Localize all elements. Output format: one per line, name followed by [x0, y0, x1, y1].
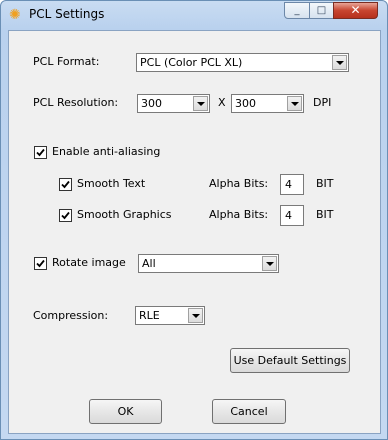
smooth-graphics-bit-unit: BIT: [316, 208, 334, 221]
close-button[interactable]: ✕: [333, 2, 378, 19]
smooth-text-bit-unit: BIT: [316, 177, 334, 190]
gear-icon: ✺: [9, 7, 21, 23]
rotate-image-checkbox[interactable]: [34, 257, 47, 270]
antialias-checkbox[interactable]: [34, 146, 47, 159]
compression-dropdown[interactable]: RLE: [135, 306, 205, 325]
smooth-text-alpha-value: 4: [285, 178, 292, 191]
smooth-text-alpha-input[interactable]: 4: [280, 174, 304, 195]
dpi-unit-label: DPI: [313, 96, 332, 109]
use-default-settings-button[interactable]: Use Default Settings: [230, 348, 350, 373]
rotate-image-dropdown[interactable]: All: [138, 254, 279, 273]
use-default-settings-label: Use Default Settings: [233, 354, 347, 367]
cancel-label: Cancel: [230, 405, 268, 418]
pcl-format-value: PCL (Color PCL XL): [140, 56, 243, 69]
window-title: PCL Settings: [29, 7, 105, 21]
pcl-format-dropdown[interactable]: PCL (Color PCL XL): [136, 53, 349, 72]
antialias-label: Enable anti-aliasing: [52, 145, 161, 158]
smooth-text-label: Smooth Text: [77, 177, 146, 190]
chevron-down-icon[interactable]: [188, 308, 203, 323]
compression-value: RLE: [139, 309, 160, 322]
smooth-graphics-checkbox[interactable]: [59, 209, 72, 222]
chevron-down-icon[interactable]: [193, 96, 208, 111]
smooth-text-alpha-label: Alpha Bits:: [209, 177, 269, 190]
rotate-image-value: All: [142, 257, 156, 270]
pcl-format-label: PCL Format:: [33, 55, 100, 68]
resolution-y-dropdown[interactable]: 300: [231, 94, 304, 113]
rotate-image-label: Rotate image: [52, 256, 126, 269]
dialog-client-area: PCL Format: PCL (Color PCL XL) PCL Resol…: [8, 30, 381, 434]
minimize-button[interactable]: _: [284, 2, 310, 19]
compression-label: Compression:: [33, 309, 109, 322]
resolution-separator: X: [218, 96, 226, 109]
smooth-graphics-label: Smooth Graphics: [77, 208, 172, 221]
resolution-x-dropdown[interactable]: 300: [137, 94, 210, 113]
chevron-down-icon[interactable]: [332, 55, 347, 70]
chevron-down-icon[interactable]: [287, 96, 302, 111]
chevron-down-icon[interactable]: [262, 256, 277, 271]
cancel-button[interactable]: Cancel: [212, 399, 286, 424]
resolution-y-value: 300: [235, 97, 256, 110]
smooth-graphics-alpha-input[interactable]: 4: [280, 205, 304, 226]
smooth-graphics-alpha-label: Alpha Bits:: [209, 208, 269, 221]
smooth-text-checkbox[interactable]: [59, 178, 72, 191]
resolution-x-value: 300: [141, 97, 162, 110]
pcl-settings-window: ✺ PCL Settings _ □ ✕ PCL Format: PCL (Co…: [0, 0, 388, 440]
title-bar[interactable]: ✺ PCL Settings _ □ ✕: [1, 1, 387, 29]
ok-button[interactable]: OK: [89, 399, 162, 424]
maximize-button[interactable]: □: [309, 2, 334, 19]
smooth-graphics-alpha-value: 4: [285, 209, 292, 222]
pcl-resolution-label: PCL Resolution:: [33, 96, 119, 109]
ok-label: OK: [117, 405, 134, 418]
